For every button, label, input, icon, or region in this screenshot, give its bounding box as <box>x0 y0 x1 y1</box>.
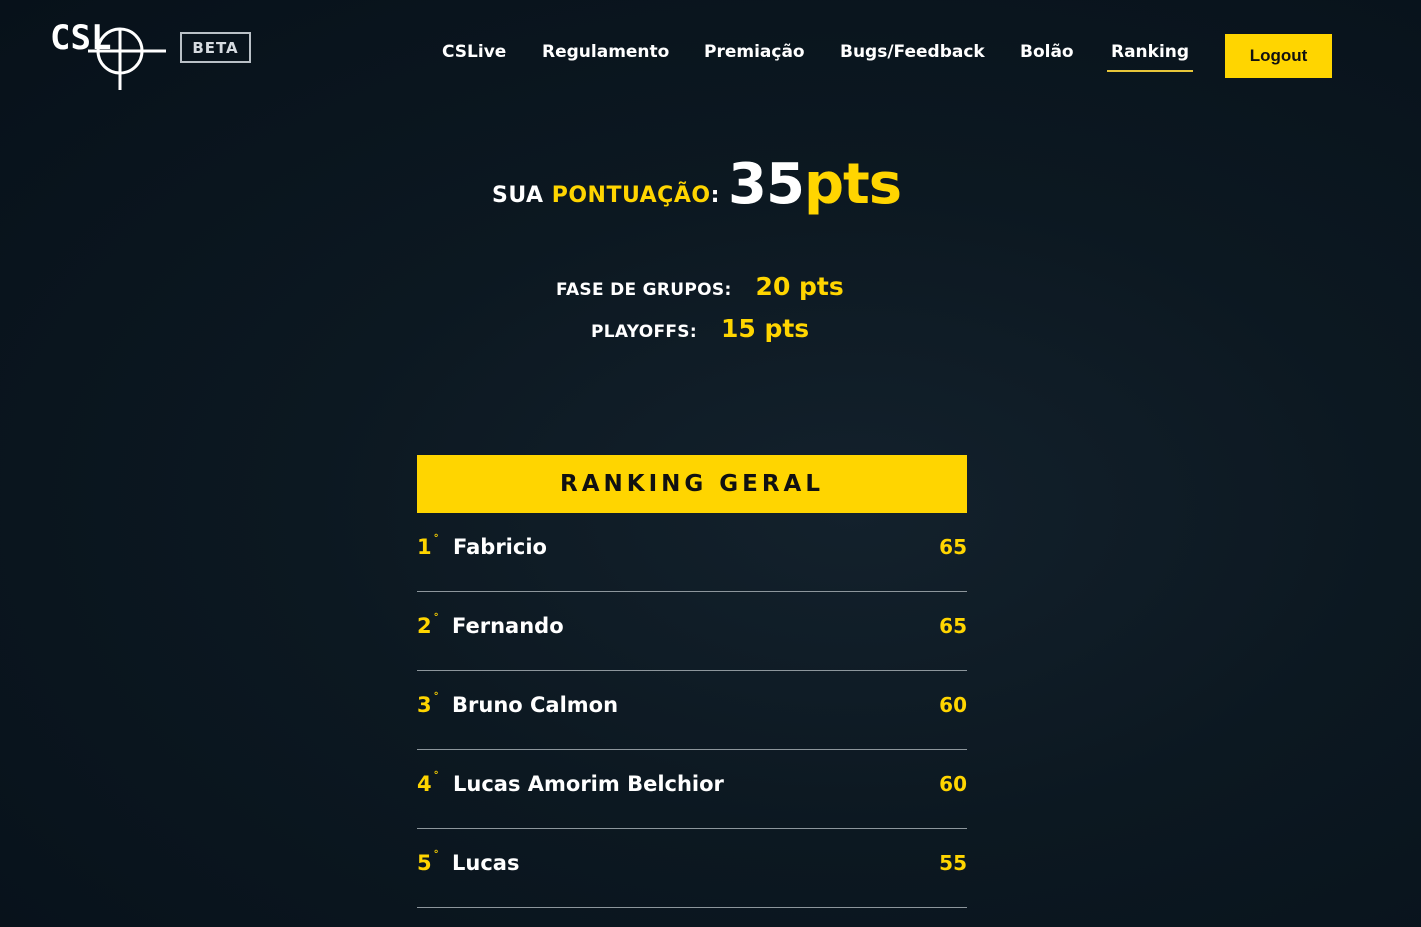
csl-crosshair-logo-icon[interactable]: CSL <box>50 18 168 92</box>
nav-item-ranking[interactable]: Ranking <box>1106 40 1194 72</box>
ranking-row: 5 ° Lucas 55 <box>417 829 967 908</box>
breakdown-value: 15 pts <box>720 314 810 343</box>
rank-points: 65 <box>939 614 967 638</box>
score-value: 35pts <box>728 150 902 220</box>
score-unit: pts <box>803 152 902 217</box>
user-score: SUA PONTUAÇÃO: 35pts <box>0 150 1421 220</box>
ranking-row: 1 ° Fabricio 65 <box>417 513 967 592</box>
site-header: CSL BETA CSLive Regulamento Premiação Bu… <box>0 0 1421 100</box>
breakdown-group-stage: FASE DE GRUPOS: 20 pts <box>556 272 844 301</box>
rank-position: 5 ° <box>417 849 439 875</box>
logout-button[interactable]: Logout <box>1225 34 1332 78</box>
rank-player-name: Lucas <box>452 851 520 875</box>
breakdown-label: PLAYOFFS: <box>591 322 697 342</box>
nav-item-bolao[interactable]: Bolão <box>1020 40 1074 64</box>
rank-player-name: Lucas Amorim Belchior <box>453 772 724 796</box>
rank-position: 4 ° <box>417 770 439 796</box>
breakdown-label: FASE DE GRUPOS: <box>556 280 732 300</box>
rank-player-name: Fabricio <box>453 535 547 559</box>
score-label-prefix: SUA <box>492 183 552 208</box>
ranking-title: RANKING GERAL <box>417 455 967 513</box>
breakdown-value: 20 pts <box>755 272 844 301</box>
beta-badge: BETA <box>180 32 251 63</box>
rank-points: 60 <box>939 693 967 717</box>
nav-item-cslive[interactable]: CSLive <box>442 40 506 64</box>
ranking-row: 3 ° Bruno Calmon 60 <box>417 671 967 750</box>
ranking-row: 4 ° Lucas Amorim Belchior 60 <box>417 750 967 829</box>
score-label-suffix: : <box>710 183 720 208</box>
score-label-highlight: PONTUAÇÃO <box>551 183 711 208</box>
ranking-table: RANKING GERAL 1 ° Fabricio 65 2 ° Fernando… <box>417 455 967 908</box>
score-number: 35 <box>728 152 805 217</box>
rank-points: 60 <box>939 772 967 796</box>
rank-player-name: Bruno Calmon <box>452 693 619 717</box>
nav-item-regulamento[interactable]: Regulamento <box>542 40 669 64</box>
ranking-row: 2 ° Fernando 65 <box>417 592 967 671</box>
nav-item-premiacao[interactable]: Premiação <box>704 40 805 64</box>
nav-item-bugs-feedback[interactable]: Bugs/Feedback <box>840 40 985 64</box>
rank-points: 65 <box>939 535 967 559</box>
rank-player-name: Fernando <box>452 614 564 638</box>
breakdown-playoffs: PLAYOFFS: 15 pts <box>591 314 809 343</box>
rank-position: 3 ° <box>417 691 439 717</box>
rank-position: 1 ° <box>417 533 439 559</box>
rank-position: 2 ° <box>417 612 439 638</box>
score-label: SUA PONTUAÇÃO: <box>492 183 720 208</box>
rank-points: 55 <box>939 851 967 875</box>
